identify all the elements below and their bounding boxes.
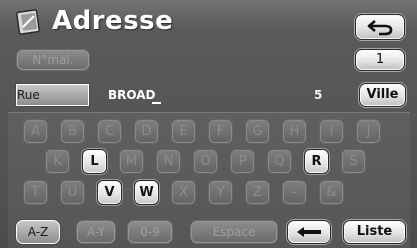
key-q: Q	[267, 149, 292, 174]
back-button[interactable]	[355, 14, 405, 40]
key-h: H	[282, 119, 307, 144]
key-x: X	[171, 180, 196, 205]
street-field-button[interactable]: Rue	[16, 84, 89, 106]
key-l[interactable]: L	[82, 149, 107, 174]
address-book-icon	[14, 9, 44, 35]
key-t: T	[23, 180, 48, 205]
match-count: 5	[314, 88, 323, 102]
key-g: G	[245, 119, 270, 144]
page-number-button[interactable]: 1	[355, 49, 405, 71]
text-cursor	[152, 102, 161, 104]
city-button[interactable]: Ville	[359, 83, 406, 107]
key-v[interactable]: V	[97, 180, 122, 205]
key-p: P	[230, 149, 255, 174]
street-input-value[interactable]: BROAD	[108, 84, 156, 106]
page-title: Adresse	[52, 6, 174, 36]
key-r[interactable]: R	[304, 149, 329, 174]
backspace-arrow-icon	[297, 227, 321, 237]
a-z-keyboard-button[interactable]: A-Z	[16, 220, 60, 244]
key-a: A	[23, 119, 48, 144]
key-y: Y	[208, 180, 233, 205]
space-button[interactable]: Espace	[190, 220, 278, 244]
key-i: I	[319, 119, 344, 144]
accented-keyboard-button[interactable]: A-Y	[76, 220, 116, 244]
key-dash: -	[282, 180, 307, 205]
key-s: S	[341, 149, 366, 174]
delete-button[interactable]	[287, 220, 331, 244]
key-u: U	[60, 180, 85, 205]
back-arrow-icon	[367, 20, 393, 36]
house-number-button[interactable]: N°mai.	[16, 49, 90, 71]
key-d: D	[134, 119, 159, 144]
key-e: E	[171, 119, 196, 144]
key-b: B	[60, 119, 85, 144]
address-entry-screen: Adresse N°mai. 1 Rue BROAD 5 Ville ABCDE…	[0, 0, 417, 248]
key-m: M	[119, 149, 144, 174]
key-f: F	[208, 119, 233, 144]
key-z: Z	[245, 180, 270, 205]
key-ampersand: &	[319, 180, 344, 205]
key-n: N	[156, 149, 181, 174]
list-button[interactable]: Liste	[343, 220, 406, 244]
key-j: J	[356, 119, 381, 144]
key-k: K	[45, 149, 70, 174]
key-w[interactable]: W	[134, 180, 159, 205]
key-c: C	[97, 119, 122, 144]
key-o: O	[193, 149, 218, 174]
numeric-keyboard-button[interactable]: 0-9	[127, 220, 173, 244]
